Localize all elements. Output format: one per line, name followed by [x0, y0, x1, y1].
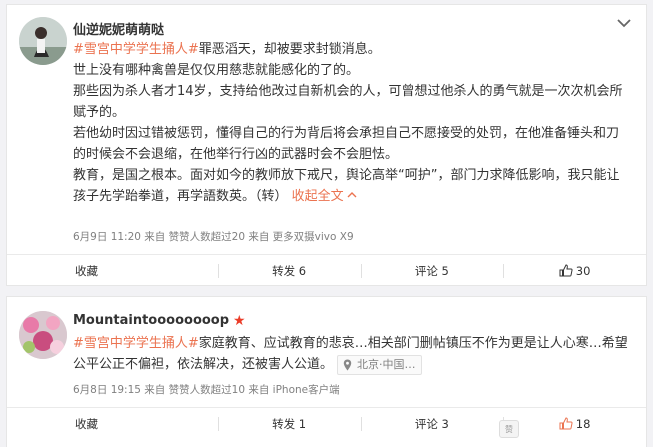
favorite-button[interactable]: 收藏 [7, 408, 218, 439]
favorite-label: 收藏 [75, 263, 98, 278]
post-author-name[interactable]: Mountaintoooooooop ★ [73, 313, 246, 329]
repost-label: 转发 6 [272, 263, 307, 278]
author-name-text: Mountaintoooooooop [73, 313, 230, 328]
comment-label: 评论 5 [414, 263, 449, 278]
post-text: 若他幼时因过错被惩罚，懂得自己的行为背后将会承担自己不愿接受的处罚，在他准备锤头… [73, 126, 620, 162]
action-bar: 收藏 转发 6 评论 5 30 [7, 254, 646, 286]
like-button[interactable]: 30 [503, 255, 646, 286]
avatar[interactable] [19, 17, 67, 65]
post-meta: 6月9日 11:20 来自 赞赞人数超过20 来自 更多双摄vivo X9 [73, 231, 354, 243]
comment-button[interactable]: 评论 5 [360, 255, 504, 286]
repost-button[interactable]: 转发 6 [217, 255, 361, 286]
location-chip[interactable]: 北京·中国… [337, 354, 422, 375]
like-count: 30 [575, 263, 591, 278]
location-label: 北京·中国… [357, 358, 416, 371]
post-body: #雪宫中学学生捅人#家庭教育、应试教育的悲哀…相关部门删帖镇压不作为更是让人心寒… [73, 333, 630, 375]
comment-label: 评论 3 [414, 416, 449, 431]
repost-label: 转发 1 [272, 416, 307, 431]
post-author-name[interactable]: 仙逆妮妮萌萌哒 [73, 19, 164, 38]
favorite-label: 收藏 [75, 416, 98, 431]
avatar-photo [19, 17, 67, 65]
weibo-post-card: 仙逆妮妮萌萌哒 #雪宫中学学生捅人#罪恶滔天，却被要求封锁消息。 世上没有哪种禽… [6, 4, 647, 286]
repost-button[interactable]: 转发 1 [217, 408, 361, 439]
post-text: 世上没有哪种禽兽是仅仅用慈悲就能感化的了的。 [73, 63, 360, 78]
chevron-up-icon [347, 192, 357, 198]
avatar[interactable] [19, 311, 67, 359]
weibo-post-card: Mountaintoooooooop ★ #雪宫中学学生捅人#家庭教育、应试教育的… [6, 296, 647, 447]
red-star-icon: ★ [233, 313, 246, 329]
post-text: 罪恶滔天，却被要求封锁消息。 [198, 42, 381, 57]
favorite-button[interactable]: 收藏 [7, 255, 218, 286]
hashtag-link[interactable]: #雪宫中学学生捅人# [73, 42, 199, 57]
avatar-photo [19, 311, 67, 359]
collapse-text-link[interactable]: 收起全文 [292, 189, 357, 204]
post-body: #雪宫中学学生捅人#罪恶滔天，却被要求封锁消息。 世上没有哪种禽兽是仅仅用慈悲就… [73, 39, 630, 207]
thumbs-up-icon [559, 417, 573, 430]
post-meta: 6月8日 19:15 来自 赞赞人数超过10 来自 iPhone客户端 [73, 384, 340, 396]
location-pin-icon [343, 359, 352, 370]
chevron-down-icon[interactable] [616, 17, 632, 29]
post-text: 那些因为杀人者才14岁，支持给他改过自新机会的人，可曾想过他杀人的勇气就是一次次… [73, 84, 623, 120]
floating-tooltip-icon[interactable]: 赞 [499, 420, 519, 438]
like-count: 18 [575, 416, 591, 431]
action-bar: 收藏 转发 1 评论 3 18 [7, 407, 646, 439]
comment-button[interactable]: 评论 3 [360, 408, 504, 439]
hashtag-link[interactable]: #雪宫中学学生捅人# [73, 336, 199, 351]
collapse-label: 收起全文 [291, 189, 344, 204]
like-button[interactable]: 18 [503, 408, 646, 439]
thumbs-up-icon [559, 264, 573, 277]
